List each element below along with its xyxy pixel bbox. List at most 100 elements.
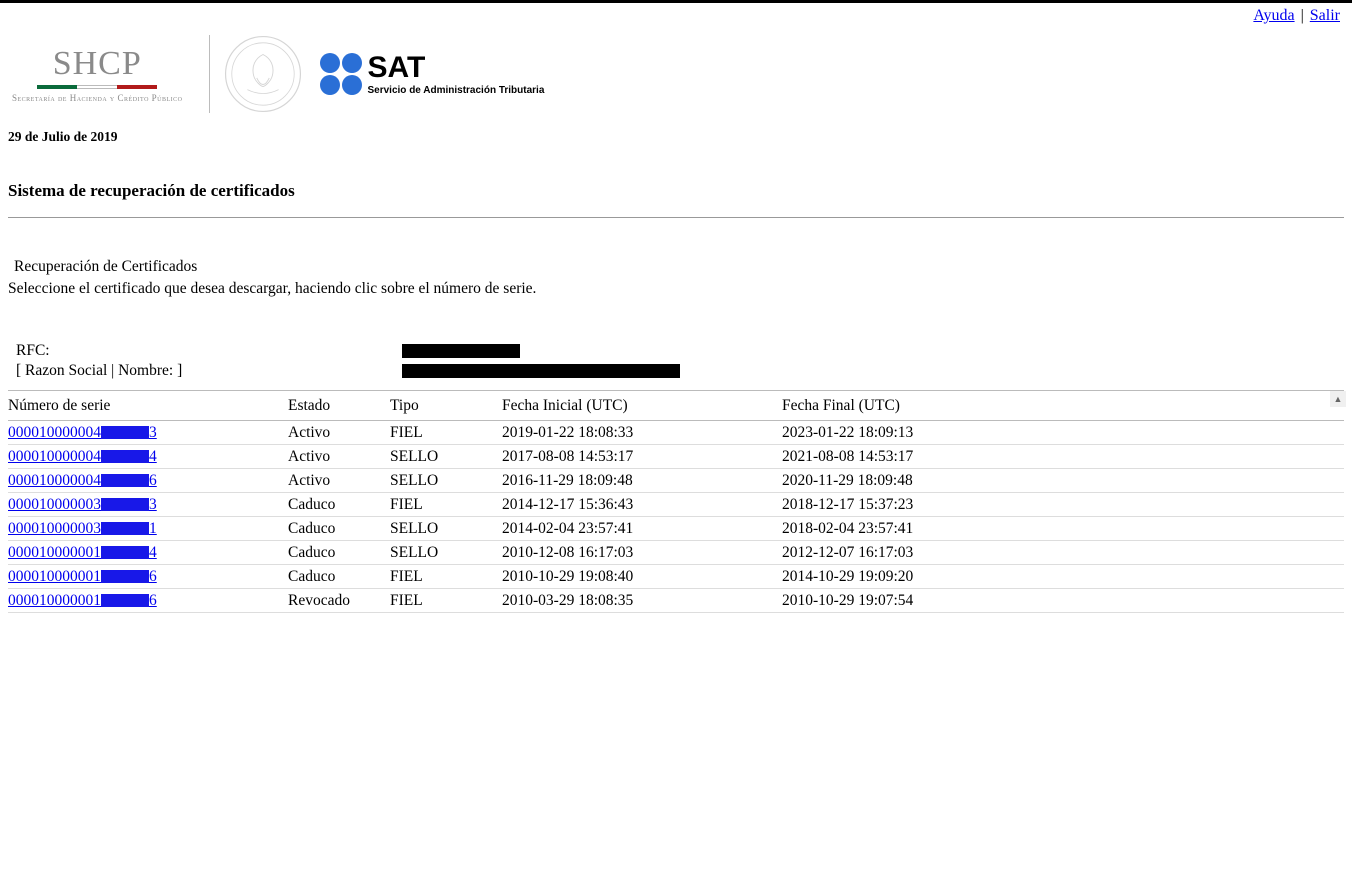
serial-prefix: 000010000001 [8,544,101,562]
scroll-up-icon[interactable]: ▲ [1330,391,1346,407]
horizontal-rule [8,217,1344,218]
cell-serie: 0000100000016 [8,592,288,610]
certificate-serial-link[interactable]: 0000100000043 [8,424,157,442]
cell-fecha-inicial: 2014-02-04 23:57:41 [502,520,782,538]
shcp-logo: SHCP Secretaría de Hacienda y Crédito Pú… [8,45,195,104]
sat-logo: SAT Servicio de Administración Tributari… [320,53,545,96]
rfc-label: RFC: [16,342,406,360]
serial-suffix: 3 [149,424,157,442]
serial-redacted-icon [101,426,149,439]
mexico-flag-bar-icon [37,85,157,89]
serial-suffix: 6 [149,592,157,610]
serial-redacted-icon [101,498,149,511]
serial-prefix: 000010000003 [8,520,101,538]
sat-logo-subtext: Servicio de Administración Tributaria [368,85,545,96]
help-link[interactable]: Ayuda [1253,7,1294,24]
serial-redacted-icon [101,450,149,463]
col-header-ffinal: Fecha Final (UTC) [782,397,1062,415]
taxpayer-info: RFC: [ Razon Social | Nombre: ] [0,298,1352,380]
scrollbar[interactable]: ▲ [1330,391,1346,611]
table-row: 0000100000044 ActivoSELLO2017-08-08 14:53… [8,445,1344,469]
cell-serie: 0000100000043 [8,424,288,442]
col-header-estado: Estado [288,397,390,415]
cell-estado: Activo [288,424,390,442]
serial-prefix: 000010000004 [8,472,101,490]
serial-suffix: 3 [149,496,157,514]
cell-serie: 0000100000044 [8,448,288,466]
eagle-seal-icon [224,35,302,113]
shcp-logo-text: SHCP [53,45,142,83]
cell-estado: Caduco [288,496,390,514]
certificate-serial-link[interactable]: 000010000001 4 [8,544,157,562]
serial-redacted-icon [101,522,149,535]
cell-fecha-inicial: 2019-01-22 18:08:33 [502,424,782,442]
table-row: 000010000004 6 ActivoSELLO2016-11-29 18:09… [8,469,1344,493]
cell-fecha-final: 2020-11-29 18:09:48 [782,472,1062,490]
table-row: 0000100000016RevocadoFIEL2010-03-29 18:0… [8,589,1344,613]
table-row: 0000100000016CaducoFIEL2010-10-29 19:08:… [8,565,1344,589]
cell-fecha-final: 2021-08-08 14:53:17 [782,448,1062,466]
cell-serie: 0000100000033 [8,496,288,514]
cell-tipo: FIEL [390,592,502,610]
sat-dots-icon [320,53,362,95]
cell-tipo: SELLO [390,448,502,466]
certificate-serial-link[interactable]: 0000100000033 [8,496,157,514]
cell-fecha-final: 2018-02-04 23:57:41 [782,520,1062,538]
certificate-serial-link[interactable]: 0000100000044 [8,448,157,466]
serial-suffix: 1 [149,520,157,538]
cell-fecha-final: 2012-12-07 16:17:03 [782,544,1062,562]
separator: | [1299,7,1306,24]
cell-tipo: FIEL [390,424,502,442]
shcp-logo-subtext: Secretaría de Hacienda y Crédito Público [12,93,183,104]
certificate-serial-link[interactable]: 000010000001 6 [8,568,157,586]
serial-suffix: 6 [149,568,157,586]
table-header-row: Número de serie Estado Tipo Fecha Inicia… [8,391,1344,421]
serial-suffix: 4 [149,448,157,466]
cell-fecha-inicial: 2014-12-17 15:36:43 [502,496,782,514]
certificate-serial-link[interactable]: 0000100000016 [8,592,157,610]
serial-suffix: 4 [149,544,157,562]
cell-tipo: SELLO [390,520,502,538]
top-links: Ayuda | Salir [0,3,1352,25]
table-row: 0000100000031CaducoSELLO2014-02-04 23:57… [8,517,1344,541]
serial-prefix: 000010000001 [8,568,101,586]
cell-serie: 000010000001 6 [8,568,288,586]
cell-serie: 000010000004 6 [8,472,288,490]
table-row: 0000100000043 ActivoFIEL2019-01-22 18:08:… [8,421,1344,445]
cell-tipo: SELLO [390,544,502,562]
cell-tipo: SELLO [390,472,502,490]
cell-fecha-final: 2014-10-29 19:09:20 [782,568,1062,586]
logo-bar: SHCP Secretaría de Hacienda y Crédito Pú… [0,25,1352,113]
razon-social-value-redacted [402,364,680,378]
serial-suffix: 6 [149,472,157,490]
certificate-serial-link[interactable]: 000010000003 1 [8,520,157,538]
col-header-tipo: Tipo [390,397,502,415]
cell-estado: Caduco [288,568,390,586]
cell-estado: Activo [288,448,390,466]
serial-redacted-icon [101,594,149,607]
certificate-serial-link[interactable]: 000010000004 6 [8,472,157,490]
table-row: 0000100000033CaducoFIEL2014-12-17 15:36:… [8,493,1344,517]
cell-fecha-final: 2018-12-17 15:37:23 [782,496,1062,514]
section-heading: Recuperación de Certificados [8,258,1344,276]
razon-social-label: [ Razon Social | Nombre: ] [16,362,406,380]
exit-link[interactable]: Salir [1310,7,1340,24]
cell-estado: Activo [288,472,390,490]
cell-fecha-inicial: 2016-11-29 18:09:48 [502,472,782,490]
rfc-value-redacted [402,344,520,358]
col-header-serie: Número de serie [8,397,288,415]
cell-fecha-final: 2010-10-29 19:07:54 [782,592,1062,610]
cell-estado: Caduco [288,544,390,562]
section-intro: Recuperación de Certificados Seleccione … [0,224,1352,298]
section-instruction: Seleccione el certificado que desea desc… [8,280,1344,298]
certificates-table: Número de serie Estado Tipo Fecha Inicia… [8,390,1344,613]
cell-fecha-inicial: 2017-08-08 14:53:17 [502,448,782,466]
vertical-divider [209,35,210,113]
cell-serie: 000010000001 4 [8,544,288,562]
serial-redacted-icon [101,546,149,559]
table-row: 000010000001 4 CaducoSELLO2010-12-08 16:17… [8,541,1344,565]
cell-serie: 000010000003 1 [8,520,288,538]
sat-logo-text: SAT [368,53,545,83]
col-header-finicial: Fecha Inicial (UTC) [502,397,782,415]
cell-fecha-inicial: 2010-12-08 16:17:03 [502,544,782,562]
